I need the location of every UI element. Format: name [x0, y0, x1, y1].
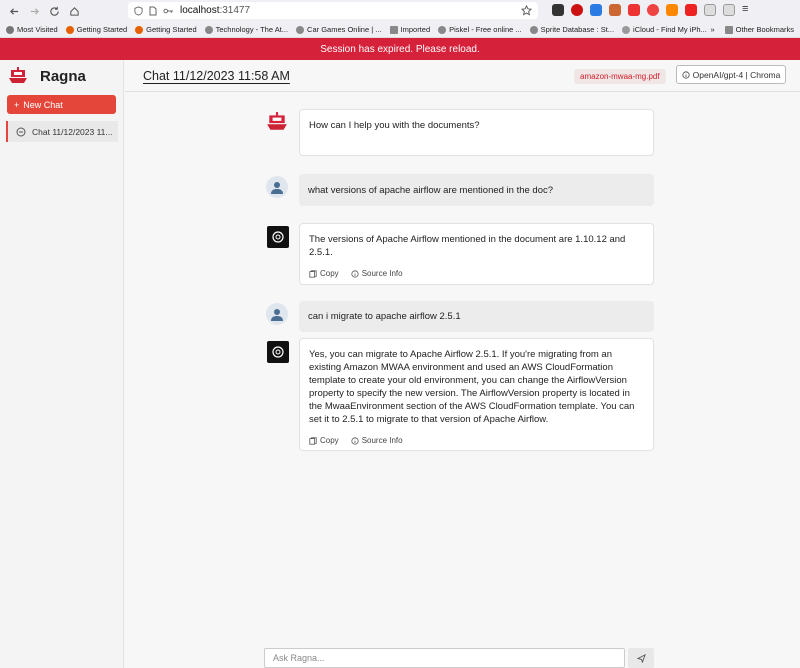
chat-header: Chat 11/12/2023 11:58 AM amazon-mwaa-mg.…	[125, 60, 800, 92]
menu-icon[interactable]: ≡	[742, 4, 754, 16]
openai-avatar	[267, 341, 289, 363]
bookmark-3[interactable]: Technology - The At...	[204, 25, 288, 34]
source-info-button[interactable]: Source Info	[351, 267, 403, 280]
openai-avatar	[267, 226, 289, 248]
message-text: How can I help you with the documents?	[309, 120, 480, 131]
user-icon	[271, 309, 283, 321]
bookmark-2[interactable]: Getting Started	[135, 25, 197, 34]
user-avatar	[266, 303, 288, 325]
copy-icon	[309, 436, 317, 445]
new-chat-button[interactable]: + New Chat	[7, 95, 116, 114]
message-text: Yes, you can migrate to Apache Airflow 2…	[309, 349, 635, 425]
ublock-icon[interactable]	[571, 4, 583, 16]
chat-input-row	[264, 648, 654, 668]
copy-icon	[309, 269, 317, 278]
app-name: Ragna	[40, 67, 86, 85]
profile-icon[interactable]	[723, 4, 735, 16]
page-icon	[149, 6, 157, 15]
globe-icon	[438, 25, 447, 34]
chat-bubble-icon	[16, 127, 26, 136]
url-bar[interactable]: localhost:31477	[128, 2, 538, 19]
send-icon	[636, 653, 646, 663]
assistant-message: Yes, you can migrate to Apache Airflow 2…	[299, 338, 654, 451]
source-info-button[interactable]: Source Info	[351, 434, 403, 447]
user-message: can i migrate to apache airflow 2.5.1	[299, 301, 654, 332]
url-port: :31477	[219, 5, 251, 16]
info-icon	[351, 269, 359, 278]
brand: Ragna	[8, 66, 86, 86]
bookmark-6[interactable]: Piskel - Free online ...	[438, 25, 522, 34]
chat-title: Chat 11/12/2023 11:58 AM	[143, 69, 290, 83]
user-message: what versions of apache airflow are ment…	[299, 174, 654, 206]
user-avatar	[266, 176, 288, 198]
message-text: The versions of Apache Airflow mentioned…	[309, 234, 626, 258]
gear-icon	[6, 25, 14, 34]
bookmark-0[interactable]: Most Visited	[6, 25, 58, 34]
bookmark-4[interactable]: Car Games Online | ...	[296, 25, 382, 34]
extension-icon[interactable]	[647, 4, 659, 16]
message-text: can i migrate to apache airflow 2.5.1	[308, 311, 461, 322]
plus-icon: +	[14, 99, 20, 110]
firefox-icon	[65, 25, 74, 34]
firefox-icon	[135, 25, 144, 34]
back-icon[interactable]	[4, 1, 24, 21]
user-icon	[271, 182, 283, 194]
sidebar: Ragna + New Chat Chat 11/12/2023 11...	[0, 60, 124, 668]
key-icon	[163, 8, 174, 13]
extensions-bar: ≡	[552, 4, 754, 16]
bookmark-1[interactable]: Getting Started	[65, 25, 127, 34]
home-icon[interactable]	[64, 1, 84, 21]
extension-icon[interactable]	[590, 4, 602, 16]
model-info-button[interactable]: OpenAI/gpt-4 | Chroma	[676, 65, 786, 84]
apple-icon	[622, 25, 631, 34]
other-bookmarks[interactable]: Other Bookmarks	[724, 25, 794, 34]
bookmark-7[interactable]: Sprite Database : St...	[529, 25, 614, 34]
reload-icon[interactable]	[44, 1, 64, 21]
assistant-message: How can I help you with the documents?	[299, 109, 654, 156]
chat-input[interactable]	[264, 648, 625, 668]
ragna-logo-icon	[267, 112, 287, 130]
folder-icon	[724, 25, 733, 34]
browser-toolbar: localhost:31477 ≡	[0, 0, 800, 22]
copy-button[interactable]: Copy	[309, 267, 339, 280]
ragna-avatar	[266, 111, 288, 133]
cloud-icon[interactable]	[666, 4, 678, 16]
bookmark-star-icon[interactable]	[521, 5, 532, 16]
copy-button[interactable]: Copy	[309, 434, 339, 447]
send-button[interactable]	[628, 648, 654, 668]
ragna-logo-icon	[9, 67, 27, 83]
extension-icon[interactable]	[609, 4, 621, 16]
extension-icon[interactable]	[685, 4, 697, 16]
extension-icon[interactable]	[552, 4, 564, 16]
assistant-message: The versions of Apache Airflow mentioned…	[299, 223, 654, 285]
puzzle-icon[interactable]	[704, 4, 716, 16]
model-label: OpenAI/gpt-4 | Chroma	[692, 69, 781, 80]
folder-icon	[389, 25, 398, 34]
new-chat-label: New Chat	[23, 99, 63, 110]
openai-icon	[272, 231, 284, 243]
globe-icon	[204, 25, 213, 34]
bookmarks-bar: Most Visited Getting Started Getting Sta…	[0, 22, 800, 38]
session-expired-banner: Session has expired. Please reload.	[0, 38, 800, 60]
globe-icon	[529, 25, 538, 34]
globe-icon	[296, 25, 305, 34]
info-icon	[682, 70, 690, 79]
openai-icon	[272, 346, 284, 358]
bookmarks-overflow-button[interactable]: »	[710, 25, 714, 34]
banner-text: Session has expired. Please reload.	[320, 43, 480, 55]
bookmark-5[interactable]: Imported	[389, 25, 430, 34]
shield-icon	[134, 5, 143, 16]
url-host: localhost	[180, 5, 220, 16]
forward-icon[interactable]	[24, 1, 44, 21]
message-text: what versions of apache airflow are ment…	[308, 184, 554, 196]
info-icon	[351, 436, 359, 445]
sidebar-chat-item[interactable]: Chat 11/12/2023 11...	[6, 121, 118, 142]
source-document-badge[interactable]: amazon-mwaa-mg.pdf	[574, 69, 666, 84]
extension-icon[interactable]	[628, 4, 640, 16]
chat-item-label: Chat 11/12/2023 11...	[32, 126, 113, 137]
bookmark-8[interactable]: iCloud - Find My iPh...	[622, 25, 707, 34]
